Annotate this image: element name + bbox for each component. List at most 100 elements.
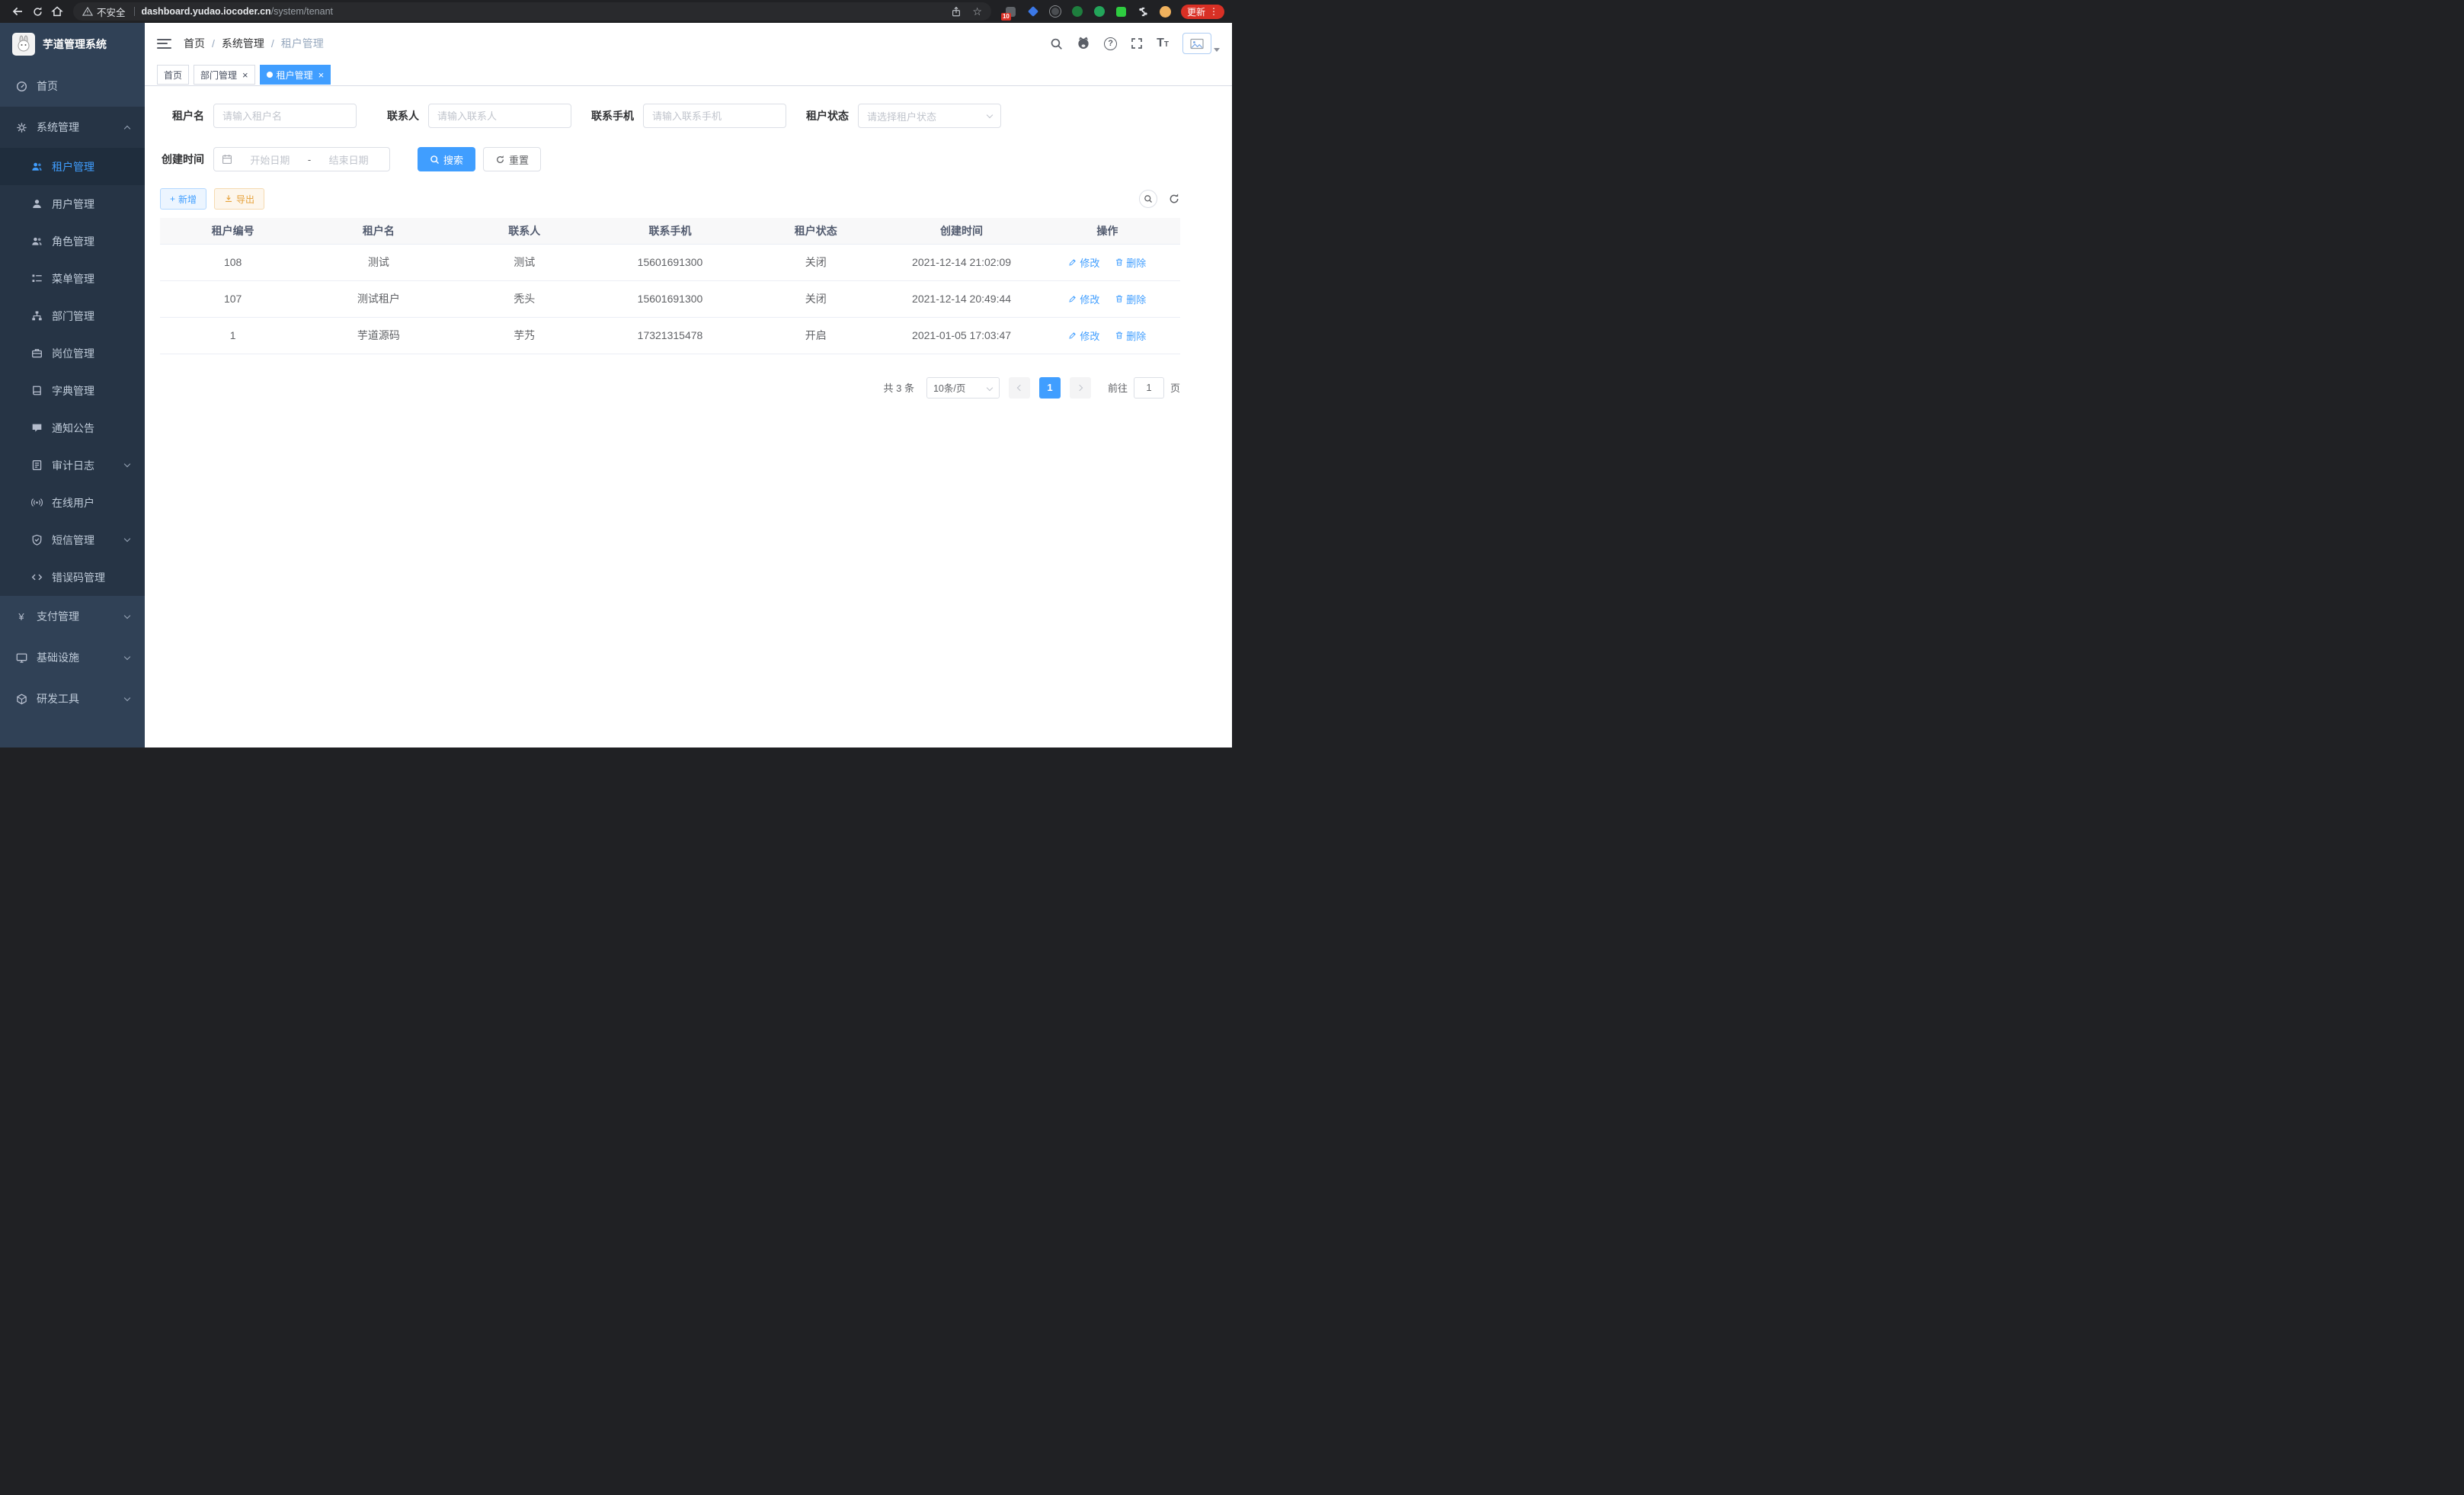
font-size-icon[interactable]: TT [1157, 37, 1169, 50]
cell-tenant-name: 芋道源码 [306, 317, 451, 354]
sidebar-item-label: 部门管理 [52, 309, 94, 324]
sidebar-item-sms[interactable]: 短信管理 [0, 521, 145, 559]
filter-status: 租户状态 请选择租户状态 [805, 104, 1001, 128]
address-bar[interactable]: 不安全 dashboard.yudao.iocoder.cn/system/te… [73, 2, 991, 21]
profile-avatar-icon[interactable] [1160, 5, 1172, 18]
add-button-label: 新增 [178, 193, 197, 206]
sidebar-collapse-icon[interactable] [157, 39, 171, 49]
edit-link[interactable]: 修改 [1068, 255, 1099, 270]
header-search-icon[interactable] [1050, 37, 1063, 50]
menu-list-icon [30, 273, 43, 285]
plus-icon: + [170, 194, 175, 204]
tab-dept[interactable]: 部门管理 × [194, 65, 255, 85]
export-button[interactable]: 导出 [214, 188, 264, 210]
sidebar-item-dict[interactable]: 字典管理 [0, 372, 145, 409]
sidebar-item-notice[interactable]: 通知公告 [0, 409, 145, 447]
search-button[interactable]: 搜索 [418, 147, 475, 171]
sidebar-item-label: 在线用户 [52, 495, 94, 511]
end-date-placeholder: 结束日期 [315, 152, 382, 167]
col-actions: 操作 [1035, 218, 1180, 244]
phone-input[interactable] [643, 104, 786, 128]
star-icon[interactable]: ☆ [972, 5, 982, 18]
extension-icon-2[interactable] [1027, 5, 1039, 18]
kebab-menu-icon[interactable]: ⋮ [1209, 7, 1218, 16]
role-people-icon [30, 235, 43, 248]
toggle-search-icon[interactable] [1139, 190, 1157, 208]
sidebar-item-label: 错误码管理 [52, 570, 105, 585]
date-range-picker[interactable]: 开始日期 - 结束日期 [213, 147, 390, 171]
delete-link[interactable]: 删除 [1115, 292, 1146, 306]
sidebar-item-error-code[interactable]: 错误码管理 [0, 559, 145, 596]
status-select[interactable]: 请选择租户状态 [858, 104, 1001, 128]
reset-button-label: 重置 [509, 152, 529, 167]
edit-link[interactable]: 修改 [1068, 328, 1099, 343]
contact-input[interactable] [428, 104, 571, 128]
delete-link[interactable]: 删除 [1115, 328, 1146, 343]
back-icon[interactable] [8, 3, 27, 20]
cell-tenant-id: 1 [160, 317, 306, 354]
sidebar-item-audit-log[interactable]: 审计日志 [0, 447, 145, 484]
share-icon[interactable] [951, 6, 962, 18]
edit-link[interactable]: 修改 [1068, 292, 1099, 306]
chrome-update-button[interactable]: 更新 ⋮ [1181, 5, 1224, 19]
font-small-glyph: T [1164, 41, 1169, 49]
export-button-label: 导出 [236, 193, 254, 206]
sidebar-item-devtools[interactable]: 研发工具 [0, 678, 145, 719]
help-icon[interactable]: ? [1104, 37, 1117, 50]
sidebar-item-system[interactable]: 系统管理 [0, 107, 145, 148]
breadcrumb-separator: / [212, 37, 215, 50]
toolbar-right [1139, 190, 1180, 208]
extension-icon-4[interactable] [1071, 5, 1083, 18]
tab-home[interactable]: 首页 [157, 65, 189, 85]
home-nav-icon[interactable] [47, 3, 67, 20]
user-icon [30, 198, 43, 210]
fullscreen-icon[interactable] [1131, 37, 1143, 50]
delete-label: 删除 [1126, 292, 1146, 306]
extension-icon-3[interactable] [1049, 5, 1061, 18]
font-large-glyph: T [1157, 37, 1164, 50]
sidebar-item-label: 通知公告 [52, 421, 94, 436]
sidebar-item-payment[interactable]: ¥ 支付管理 [0, 596, 145, 637]
sidebar-item-user[interactable]: 用户管理 [0, 185, 145, 222]
sidebar-item-post[interactable]: 岗位管理 [0, 335, 145, 372]
extension-icon-1[interactable]: 10 [1005, 5, 1017, 18]
user-avatar[interactable] [1182, 33, 1220, 54]
extension-icon-5[interactable] [1093, 5, 1106, 18]
add-button[interactable]: + 新增 [160, 188, 206, 210]
close-icon[interactable]: × [242, 70, 248, 80]
phone-label: 联系手机 [590, 108, 634, 123]
refresh-icon[interactable] [1168, 193, 1180, 205]
sidebar-item-infra[interactable]: 基础设施 [0, 637, 145, 678]
breadcrumb-item-home[interactable]: 首页 [184, 36, 205, 51]
extensions-puzzle-icon[interactable] [1138, 5, 1150, 18]
url-host: dashboard.yudao.iocoder.cn [142, 6, 271, 17]
tab-tenant[interactable]: 租户管理 × [260, 65, 331, 85]
reload-icon[interactable] [27, 3, 47, 20]
delete-link[interactable]: 删除 [1115, 255, 1146, 270]
sidebar-item-role[interactable]: 角色管理 [0, 222, 145, 260]
sidebar-logo[interactable]: 芋道管理系统 [0, 23, 145, 66]
extension-icon-6[interactable] [1115, 5, 1128, 18]
table-header: 租户编号 租户名 联系人 联系手机 租户状态 创建时间 操作 [160, 218, 1180, 244]
chevron-right-icon [1077, 384, 1083, 390]
dept-tree-icon [30, 310, 43, 322]
close-icon[interactable]: × [318, 70, 325, 80]
next-page-button[interactable] [1070, 377, 1091, 399]
address-divider [134, 7, 135, 16]
reset-button[interactable]: 重置 [483, 147, 541, 171]
sidebar-item-online-user[interactable]: 在线用户 [0, 484, 145, 521]
security-label[interactable]: 不安全 [97, 5, 126, 19]
prev-page-button[interactable] [1009, 377, 1030, 399]
filter-row-1: 租户名 联系人 联系手机 租户状态 请选择租户状态 [160, 104, 1180, 128]
goto-page-input[interactable] [1134, 377, 1164, 399]
sidebar-item-dept[interactable]: 部门管理 [0, 297, 145, 335]
breadcrumb-item-system[interactable]: 系统管理 [222, 36, 264, 51]
sidebar-item-home[interactable]: 首页 [0, 66, 145, 107]
sidebar-item-tenant[interactable]: 租户管理 [0, 148, 145, 185]
page-size-select[interactable]: 10条/页 [926, 377, 1000, 399]
tenant-name-input[interactable] [213, 104, 357, 128]
page-number-button[interactable]: 1 [1039, 377, 1061, 399]
delete-label: 删除 [1126, 328, 1146, 343]
sidebar-item-menu[interactable]: 菜单管理 [0, 260, 145, 297]
github-icon[interactable] [1077, 37, 1090, 50]
